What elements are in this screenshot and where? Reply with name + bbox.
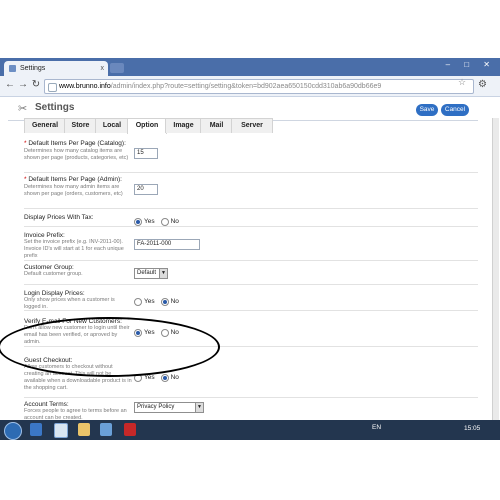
chevron-down-icon: ▼ — [195, 403, 203, 412]
window-controls[interactable]: – □ ✕ — [446, 60, 496, 69]
tab-mail[interactable]: Mail — [200, 118, 233, 133]
prices-tax-no-radio[interactable] — [160, 217, 169, 226]
start-orb-icon[interactable] — [4, 422, 22, 440]
page-title: Settings — [35, 102, 75, 113]
row-invoice-prefix: Invoice Prefix: Set the invoice prefix (… — [24, 230, 478, 261]
prices-tax-options: Yes No — [134, 213, 185, 231]
browser-tabstrip: Settings x – □ ✕ — [0, 58, 500, 76]
invoice-prefix-input[interactable]: FA-2011-000 — [134, 239, 200, 250]
row-prices-tax: Display Prices With Tax: Yes No — [24, 210, 478, 227]
tab-store[interactable]: Store — [64, 118, 97, 133]
account-terms-value: Privacy Policy — [137, 404, 175, 410]
customer-group-label: Customer Group: — [24, 264, 74, 271]
login-prices-options: Yes No — [134, 293, 185, 311]
login-prices-label: Login Display Prices: — [24, 290, 85, 297]
prices-tax-yes-label: Yes — [144, 218, 155, 226]
browser-tab[interactable]: Settings x — [4, 61, 108, 76]
back-arrow-icon[interactable]: ← — [4, 79, 16, 90]
media-icon[interactable] — [100, 423, 112, 436]
login-prices-no-label: No — [170, 298, 179, 306]
ie-icon[interactable] — [30, 423, 42, 436]
login-prices-no-radio[interactable] — [160, 297, 169, 306]
highlight-ellipse — [0, 317, 220, 377]
tools-icon: ✂ — [18, 103, 28, 115]
row-items-admin: * Default Items Per Page (Admin): Determ… — [24, 174, 478, 209]
items-catalog-input[interactable]: 15 — [134, 148, 158, 159]
url-path: /admin/index.php?route=setting/setting&t… — [110, 83, 382, 90]
guest-checkout-no-label: No — [170, 374, 179, 382]
items-admin-help: Determines how many admin items are show… — [24, 184, 123, 197]
tab-image[interactable]: Image — [165, 118, 202, 133]
login-prices-yes-label: Yes — [144, 298, 155, 306]
prices-tax-no-label: No — [170, 218, 179, 226]
address-bar[interactable]: www.brunno.info/admin/index.php?route=se… — [44, 79, 474, 94]
taskbar-clock[interactable]: 15:05 — [464, 425, 480, 432]
invoice-prefix-label: Invoice Prefix: — [24, 232, 65, 239]
prices-tax-label: Display Prices With Tax: — [24, 214, 94, 221]
favicon-icon — [9, 65, 16, 72]
chrome-icon[interactable] — [54, 423, 68, 438]
customer-group-value: Default — [137, 270, 157, 276]
wrench-menu-icon[interactable]: ⚙ — [478, 79, 487, 90]
browser-tab-title: Settings — [20, 65, 46, 72]
items-admin-label-text: Default Items Per Page (Admin): — [28, 176, 122, 183]
url-host: www.brunno.info — [59, 83, 111, 90]
save-button[interactable]: Save — [416, 104, 438, 116]
row-items-catalog: * Default Items Per Page (Catalog): Dete… — [24, 138, 478, 173]
close-tab-icon[interactable]: x — [101, 61, 105, 76]
bookmark-star-icon[interactable]: ☆ — [458, 77, 466, 88]
cancel-button[interactable]: Cancel — [441, 104, 469, 116]
items-catalog-label-text: Default Items Per Page (Catalog): — [28, 140, 126, 147]
invoice-prefix-help: Set the invoice prefix (e.g. INV-2011-00… — [24, 239, 124, 259]
items-admin-label: * Default Items Per Page (Admin): — [24, 176, 122, 183]
items-admin-input[interactable]: 20 — [134, 184, 158, 195]
new-tab-button[interactable] — [110, 63, 124, 73]
account-terms-select[interactable]: Privacy Policy ▼ — [134, 402, 204, 413]
tab-local[interactable]: Local — [95, 118, 129, 133]
row-login-prices: Login Display Prices: Only show prices w… — [24, 288, 478, 311]
items-catalog-help: Determines how many catalog items are sh… — [24, 148, 129, 161]
folder-icon[interactable] — [78, 423, 90, 436]
items-catalog-label: * Default Items Per Page (Catalog): — [24, 140, 126, 147]
scrollbar[interactable] — [492, 118, 499, 440]
language-indicator[interactable]: EN — [372, 424, 381, 431]
prices-tax-yes-radio[interactable] — [134, 217, 142, 226]
login-prices-yes-radio[interactable] — [134, 297, 142, 306]
tab-option[interactable]: Option — [127, 118, 167, 134]
row-account-terms: Account Terms: Forces people to agree to… — [24, 399, 478, 421]
row-customer-group: Customer Group: Default customer group. … — [24, 262, 478, 285]
forward-arrow-icon[interactable]: → — [17, 79, 29, 90]
browser-toolbar: ← → ↻ www.brunno.info/admin/index.php?ro… — [0, 76, 500, 97]
tab-server[interactable]: Server — [231, 118, 273, 133]
login-prices-help: Only show prices when a customer is logg… — [24, 297, 115, 310]
customer-group-select[interactable]: Default ▼ — [134, 268, 168, 279]
customer-group-help: Default customer group. — [24, 271, 83, 277]
chevron-down-icon: ▼ — [159, 269, 167, 278]
reload-icon[interactable]: ↻ — [30, 79, 42, 90]
windows-taskbar: EN 15:05 — [0, 420, 500, 440]
tab-general[interactable]: General — [24, 118, 66, 133]
account-terms-label: Account Terms: — [24, 401, 69, 408]
guest-checkout-no-radio[interactable] — [160, 373, 169, 382]
address-url: www.brunno.info/admin/index.php?route=se… — [59, 80, 381, 93]
page-icon — [48, 83, 57, 92]
filezilla-icon[interactable] — [124, 423, 136, 436]
screenshot-area: Settings x – □ ✕ ← → ↻ www.brunno.info/a… — [0, 58, 500, 440]
settings-header: ✂ Settings Save Cancel — [8, 96, 478, 120]
